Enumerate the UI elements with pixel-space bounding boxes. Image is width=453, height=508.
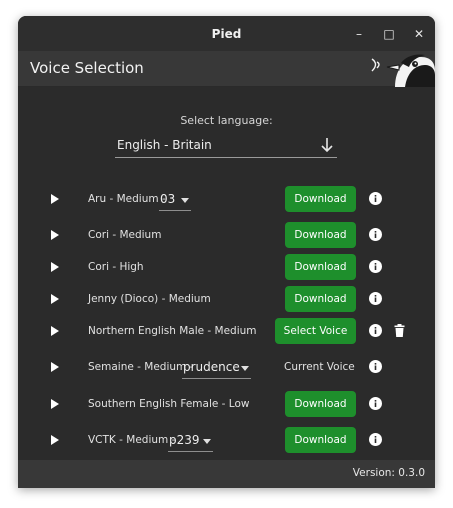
version-label: Version: 0.3.0 xyxy=(352,467,425,479)
maximize-button[interactable]: □ xyxy=(374,16,404,51)
voice-row-cori-high: Cori - High Download xyxy=(18,252,435,284)
download-button[interactable]: Download xyxy=(285,391,356,417)
voice-row-southern-english-female: Southern English Female - Low Download xyxy=(18,389,435,421)
download-button[interactable]: Download xyxy=(285,254,356,280)
voice-row-cori-medium: Cori - Medium Download xyxy=(18,220,435,252)
current-voice-label: Current Voice xyxy=(284,361,355,373)
voice-name: Northern English Male - Medium xyxy=(88,325,257,337)
play-icon[interactable] xyxy=(50,361,60,373)
info-icon[interactable] xyxy=(369,324,382,337)
info-icon[interactable] xyxy=(369,397,382,410)
footer-bar: Version: 0.3.0 xyxy=(18,460,435,488)
download-button[interactable]: Download xyxy=(285,427,356,453)
language-select[interactable]: English - Britain xyxy=(115,134,337,158)
speaker-value: 03 xyxy=(160,192,176,206)
play-icon[interactable] xyxy=(50,261,60,273)
info-icon[interactable] xyxy=(369,360,382,373)
voice-row-aru-medium: Aru - Medium - 03 Download xyxy=(18,184,435,216)
minimize-icon: – xyxy=(356,26,362,41)
select-voice-button[interactable]: Select Voice xyxy=(275,318,356,344)
info-icon[interactable] xyxy=(369,433,382,446)
caret-down-icon xyxy=(181,198,189,203)
speaker-dropdown[interactable]: prudence xyxy=(182,355,251,379)
info-icon[interactable] xyxy=(369,228,382,241)
select-language-label: Select language: xyxy=(180,114,273,127)
voice-row-vctk-medium: VCTK - Medium - p239 Download xyxy=(18,425,435,457)
voice-row-jenny-dioco-medium: Jenny (Dioco) - Medium Download xyxy=(18,284,435,316)
voice-name: Cori - Medium xyxy=(88,229,162,241)
window-title: Pied xyxy=(211,26,242,41)
caret-down-icon xyxy=(203,439,211,444)
play-icon[interactable] xyxy=(50,229,60,241)
play-icon[interactable] xyxy=(50,193,60,205)
minimize-button[interactable]: – xyxy=(344,16,374,51)
penguin-logo-icon xyxy=(371,54,435,87)
language-select-value: English - Britain xyxy=(117,138,212,152)
play-icon[interactable] xyxy=(50,293,60,305)
download-button[interactable]: Download xyxy=(285,186,356,212)
caret-down-icon xyxy=(241,366,249,371)
arrow-down-icon xyxy=(321,138,333,153)
play-icon[interactable] xyxy=(50,434,60,446)
trash-icon[interactable] xyxy=(394,324,405,337)
speaker-value: p239 xyxy=(169,433,200,447)
page-title: Voice Selection xyxy=(30,59,144,77)
maximize-icon: □ xyxy=(383,26,395,41)
voice-name: VCTK - Medium - xyxy=(88,434,176,446)
info-icon[interactable] xyxy=(369,192,382,205)
app-bar: Voice Selection xyxy=(18,51,435,87)
download-button[interactable]: Download xyxy=(285,286,356,312)
info-icon[interactable] xyxy=(369,260,382,273)
voice-name: Southern English Female - Low xyxy=(88,398,250,410)
app-window: Pied – □ ✕ Voice Selection Select langua… xyxy=(18,16,435,488)
download-button[interactable]: Download xyxy=(285,222,356,248)
voice-name: Aru - Medium - xyxy=(88,193,166,205)
info-icon[interactable] xyxy=(369,292,382,305)
play-icon[interactable] xyxy=(50,325,60,337)
speaker-dropdown[interactable]: p239 xyxy=(168,428,213,452)
voice-name: Semaine - Medium - xyxy=(88,361,194,373)
close-icon: ✕ xyxy=(413,26,425,41)
speaker-dropdown[interactable]: 03 xyxy=(159,187,191,211)
close-button[interactable]: ✕ xyxy=(404,16,434,51)
voice-row-semaine-medium: Semaine - Medium - prudence Current Voic… xyxy=(18,352,435,384)
voice-name: Jenny (Dioco) - Medium xyxy=(88,293,211,305)
voice-row-northern-english-male: Northern English Male - Medium Select Vo… xyxy=(18,316,435,348)
title-bar: Pied – □ ✕ xyxy=(18,16,435,51)
speaker-value: prudence xyxy=(183,360,240,374)
play-icon[interactable] xyxy=(50,398,60,410)
voice-name: Cori - High xyxy=(88,261,144,273)
